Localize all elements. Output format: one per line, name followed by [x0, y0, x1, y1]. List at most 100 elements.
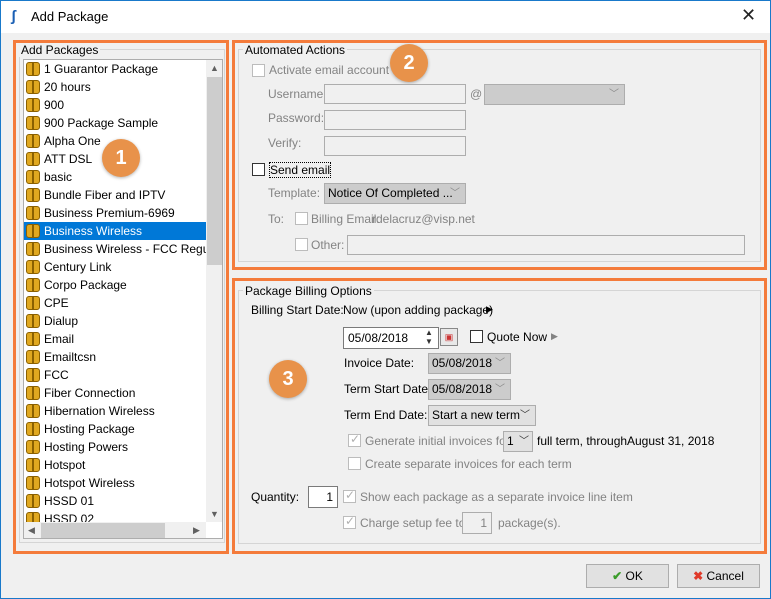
billing-start-value[interactable]: Now (upon adding package) — [343, 303, 493, 317]
list-item[interactable]: Hotspot — [24, 456, 206, 474]
package-icon — [26, 332, 40, 346]
package-icon — [26, 80, 40, 94]
package-icon — [26, 242, 40, 256]
activate-email-checkbox[interactable] — [252, 64, 265, 77]
package-icon — [26, 152, 40, 166]
close-icon[interactable]: ✕ — [741, 5, 756, 26]
ok-button[interactable]: ✔ OK — [586, 564, 669, 588]
chevron-down-icon: ﹀ — [450, 188, 460, 199]
list-item[interactable]: HSSD 01 — [24, 492, 206, 510]
quantity-label: Quantity: — [251, 490, 300, 504]
calendar-icon[interactable]: ▣ — [440, 328, 458, 346]
username-input[interactable] — [324, 84, 466, 104]
list-item-label: FCC — [44, 368, 69, 382]
generate-count-select[interactable]: 1 ﹀ — [503, 431, 533, 452]
list-item-label: Hotspot Wireless — [44, 476, 135, 490]
list-item-label: 1 Guarantor Package — [44, 62, 159, 76]
invoice-date-select[interactable]: 05/08/2018 ﹀ — [428, 353, 511, 374]
list-item[interactable]: Business Wireless - FCC Regulato — [24, 240, 206, 258]
package-icon — [26, 422, 40, 436]
list-item[interactable]: Business Wireless — [24, 222, 206, 240]
list-item-label: 20 hours — [44, 80, 91, 94]
list-item[interactable]: CPE — [24, 294, 206, 312]
list-item[interactable]: Emailtcsn — [24, 348, 206, 366]
list-item[interactable]: 20 hours — [24, 78, 206, 96]
list-item-label: Emailtcsn — [44, 350, 97, 364]
scroll-down-icon[interactable]: ▼ — [210, 509, 219, 519]
verify-input[interactable] — [324, 136, 466, 156]
setup-fee-suffix: package(s). — [498, 516, 561, 530]
list-item-label: CPE — [44, 296, 69, 310]
quantity-input[interactable]: 1 — [308, 486, 338, 508]
billing-start-label: Billing Start Date: — [251, 303, 344, 317]
scrollbar-thumb[interactable] — [207, 77, 222, 265]
send-email-label[interactable]: Send email — [269, 162, 332, 178]
list-item[interactable]: Century Link — [24, 258, 206, 276]
billing-options-label: Package Billing Options — [243, 284, 374, 298]
list-item[interactable]: Hotspot Wireless — [24, 474, 206, 492]
list-item[interactable]: 900 — [24, 96, 206, 114]
list-item[interactable]: FCC — [24, 366, 206, 384]
list-item-label: HSSD 01 — [44, 494, 95, 508]
list-item[interactable]: 1 Guarantor Package — [24, 60, 206, 78]
package-icon — [26, 206, 40, 220]
invoice-date-value: 05/08/2018 — [432, 356, 493, 370]
setup-fee-checkbox[interactable] — [343, 514, 356, 529]
generate-invoices-checkbox[interactable] — [348, 432, 361, 447]
list-item-label: Corpo Package — [44, 278, 127, 292]
other-checkbox[interactable] — [295, 238, 308, 251]
list-item-label: Century Link — [44, 260, 112, 274]
other-email-input[interactable] — [347, 235, 745, 255]
template-select[interactable]: Notice Of Completed ... ﹀ — [324, 183, 466, 204]
cancel-button[interactable]: ✖ Cancel — [677, 564, 760, 588]
list-item[interactable]: Corpo Package — [24, 276, 206, 294]
term-start-value: 05/08/2018 — [432, 382, 493, 396]
list-item-label: Email — [44, 332, 75, 346]
package-icon — [26, 134, 40, 148]
billing-email-checkbox[interactable] — [295, 212, 308, 225]
list-item[interactable]: Hosting Package — [24, 420, 206, 438]
domain-select[interactable]: ﹀ — [484, 84, 625, 105]
term-end-value: Start a new term — [432, 408, 521, 422]
package-icon — [26, 350, 40, 364]
package-icon — [26, 278, 40, 292]
list-item[interactable]: Business Premium-6969 — [24, 204, 206, 222]
spinner-icon[interactable]: ▲ ▼ — [425, 328, 433, 346]
package-icon — [26, 224, 40, 238]
list-item[interactable]: 900 Package Sample — [24, 114, 206, 132]
quote-now-checkbox[interactable] — [470, 330, 483, 343]
scroll-left-icon[interactable]: ◀ — [28, 525, 35, 536]
quantity-value: 1 — [326, 490, 333, 504]
package-icon — [26, 62, 40, 76]
verify-label: Verify: — [268, 136, 302, 150]
list-item[interactable]: Fiber Connection — [24, 384, 206, 402]
term-end-select[interactable]: Start a new term ﹀ — [428, 405, 536, 426]
template-label: Template: — [268, 186, 321, 200]
play-arrow-icon[interactable]: ▶ — [551, 331, 558, 342]
list-item[interactable]: Dialup — [24, 312, 206, 330]
generate-invoices-label: Generate initial invoices for — [365, 434, 510, 448]
list-item-label: Business Wireless - FCC Regulato — [44, 242, 206, 256]
separate-invoices-checkbox[interactable] — [348, 457, 361, 470]
horizontal-scrollbar-thumb[interactable] — [41, 523, 165, 538]
list-item-label: 900 — [44, 98, 65, 112]
setup-fee-count-input[interactable]: 1 — [462, 512, 492, 534]
package-icon — [26, 260, 40, 274]
send-email-checkbox[interactable] — [252, 163, 265, 176]
list-item[interactable]: Hibernation Wireless — [24, 402, 206, 420]
scroll-up-icon[interactable]: ▲ — [210, 63, 219, 73]
app-icon: ʃ — [11, 8, 16, 25]
billing-email-value: rdelacruz@visp.net — [372, 212, 475, 226]
play-arrow-icon[interactable]: ▶ — [486, 304, 493, 315]
package-list[interactable]: HSSD 02 HSSD 01 Hotspot Wireless Hotspot Hos… — [23, 59, 223, 539]
list-item[interactable]: Bundle Fiber and IPTV — [24, 186, 206, 204]
scroll-right-icon[interactable]: ▶ — [193, 525, 200, 536]
password-input[interactable] — [324, 110, 466, 130]
list-item[interactable]: Email — [24, 330, 206, 348]
show-each-checkbox[interactable] — [343, 488, 356, 503]
list-item[interactable]: Hosting Powers — [24, 438, 206, 456]
package-icon — [26, 476, 40, 490]
package-icon — [26, 296, 40, 310]
term-start-select[interactable]: 05/08/2018 ﹀ — [428, 379, 511, 400]
list-item-label: Alpha One — [44, 134, 101, 148]
